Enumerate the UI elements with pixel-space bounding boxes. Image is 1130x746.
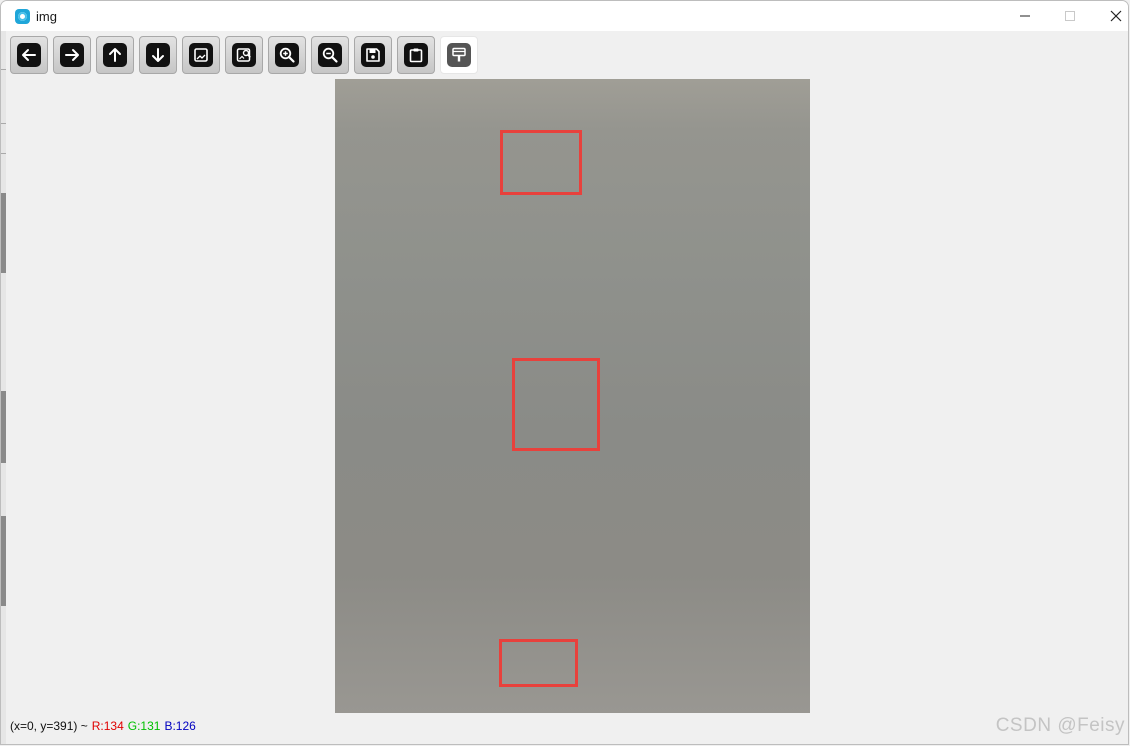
close-icon <box>1110 10 1122 22</box>
maximize-icon <box>1065 11 1075 21</box>
fit-image-button[interactable] <box>182 36 220 74</box>
arrow-right-icon <box>60 43 84 67</box>
zoom-out-button[interactable] <box>311 36 349 74</box>
app-icon <box>15 9 30 24</box>
save-button[interactable] <box>354 36 392 74</box>
minimize-icon <box>1020 15 1030 17</box>
inspect-image-button[interactable] <box>225 36 263 74</box>
image-icon <box>189 43 213 67</box>
next-button[interactable] <box>53 36 91 74</box>
cursor-coordinates: (x=0, y=391) ~ <box>10 719 88 733</box>
arrow-down-icon <box>146 43 170 67</box>
roi-rectangle-middle <box>512 358 600 451</box>
image-viewer-window: img (x=0, y=391) ~ R:134 G:131 B:126 <box>0 0 1129 745</box>
pixel-blue-value: B:126 <box>164 719 196 733</box>
image-canvas[interactable] <box>335 79 810 713</box>
down-button[interactable] <box>139 36 177 74</box>
properties-button[interactable] <box>440 36 478 74</box>
arrow-left-icon <box>17 43 41 67</box>
paint-brush-icon <box>447 43 471 67</box>
roi-rectangle-bottom <box>499 639 578 687</box>
zoom-out-icon <box>318 43 342 67</box>
up-button[interactable] <box>96 36 134 74</box>
save-icon <box>361 43 385 67</box>
zoom-in-icon <box>275 43 299 67</box>
status-bar: (x=0, y=391) ~ R:134 G:131 B:126 <box>10 719 200 733</box>
window-title: img <box>36 9 57 24</box>
previous-button[interactable] <box>10 36 48 74</box>
image-search-icon <box>232 43 256 67</box>
copy-to-clipboard-button[interactable] <box>397 36 435 74</box>
roi-rectangle-top <box>500 130 582 195</box>
left-pane-edge <box>1 31 6 744</box>
pixel-green-value: G:131 <box>127 719 161 733</box>
arrow-up-icon <box>103 43 127 67</box>
clipboard-icon <box>404 43 428 67</box>
pixel-red-value: R:134 <box>91 719 124 733</box>
close-button[interactable] <box>1093 1 1128 31</box>
watermark: CSDN @Feisy <box>995 715 1125 736</box>
title-bar[interactable]: img <box>1 1 1128 31</box>
minimize-button[interactable] <box>1002 1 1048 31</box>
zoom-in-button[interactable] <box>268 36 306 74</box>
maximize-button[interactable] <box>1047 1 1093 31</box>
